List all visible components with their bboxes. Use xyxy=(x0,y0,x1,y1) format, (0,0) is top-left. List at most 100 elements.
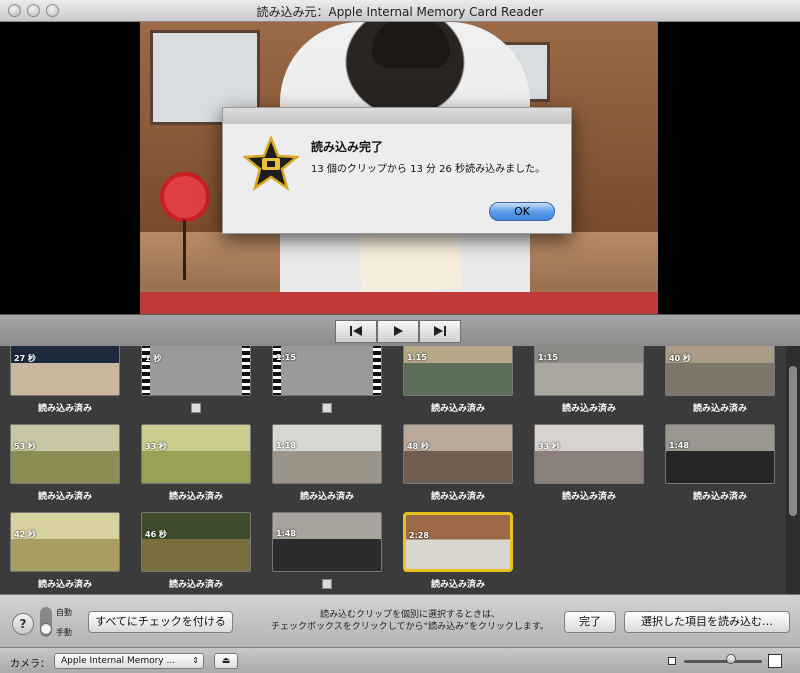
clip-duration: 1:15 xyxy=(407,353,427,362)
clip-item[interactable]: 33 秒読み込み済み xyxy=(534,424,644,504)
clip-status-label: 読み込み済み xyxy=(692,492,747,502)
clip-duration: 33 秒 xyxy=(538,442,560,451)
clip-item[interactable]: 46 秒読み込み済み xyxy=(141,512,251,592)
clip-duration: 1:48 xyxy=(276,529,296,538)
help-button[interactable]: ? xyxy=(12,613,34,635)
large-thumbnail-icon xyxy=(768,654,782,668)
previous-clip-button[interactable] xyxy=(335,320,377,343)
hint-line-2: チェックボックスをクリックしてから“読み込み”をクリックします。 xyxy=(271,622,549,632)
transport-bar xyxy=(0,314,800,346)
dialog-title: 読み込み完了 xyxy=(311,140,384,154)
skip-back-icon xyxy=(350,326,362,336)
clip-thumbnail[interactable]: 46 秒 xyxy=(141,512,251,572)
clip-thumbnail[interactable]: 1 秒 xyxy=(141,346,251,396)
clip-thumbnail[interactable]: 1:18 xyxy=(272,424,382,484)
clip-thumbnail[interactable]: 48 秒 xyxy=(403,424,513,484)
clip-duration: 40 秒 xyxy=(669,354,691,363)
clip-duration: 1:15 xyxy=(276,353,296,362)
clip-thumbnail[interactable]: 1:48 xyxy=(272,512,382,572)
clip-item[interactable]: 48 秒読み込み済み xyxy=(403,424,513,504)
select-arrows-icon: ⇕ xyxy=(192,656,199,665)
small-thumbnail-icon xyxy=(668,657,676,665)
skip-forward-icon xyxy=(434,326,446,336)
imovie-star-icon xyxy=(243,136,299,191)
mode-manual-label: 手動 xyxy=(56,628,72,637)
clip-thumbnail[interactable]: 1:48 xyxy=(665,424,775,484)
clip-thumbnail[interactable]: 33 秒 xyxy=(534,424,644,484)
switch-knob[interactable] xyxy=(40,623,52,635)
clip-item[interactable]: 53 秒読み込み済み xyxy=(10,424,120,504)
clip-item[interactable]: 1:18 読み込み済み xyxy=(272,424,382,504)
clip-status-label: 読み込み済み xyxy=(37,580,92,590)
play-icon xyxy=(394,326,403,336)
clip-thumbnail[interactable]: 1:15 xyxy=(403,346,513,396)
clip-duration: 27 秒 xyxy=(14,354,36,363)
clip-checkbox[interactable] xyxy=(191,403,201,413)
clip-status-label: 読み込み済み xyxy=(299,492,354,502)
video-viewer: 読み込み完了 13 個のクリップから 13 分 26 秒読み込みました。 OK xyxy=(0,22,800,314)
play-button[interactable] xyxy=(377,320,419,343)
clip-duration: 42 秒 xyxy=(14,530,36,539)
clip-thumbnail[interactable]: 1:15 xyxy=(534,346,644,396)
clip-status-label: 読み込み済み xyxy=(37,404,92,414)
clip-status-label: 読み込み済み xyxy=(430,404,485,414)
import-hint: 読み込むクリップを個別に選択するときは、 チェックボックスをクリックしてから“読… xyxy=(250,609,570,633)
clip-status-label: 読み込み済み xyxy=(430,580,485,590)
clip-status-label: 読み込み済み xyxy=(430,492,485,502)
camera-statusbar: カメラ： Apple Internal Memory ... ⇕ ⏏ xyxy=(0,647,800,673)
camera-label: カメラ： xyxy=(10,659,50,670)
clip-item[interactable]: 1:48 読み込み済み xyxy=(665,424,775,504)
camera-select-value: Apple Internal Memory ... xyxy=(61,656,176,666)
clip-status-label: 読み込み済み xyxy=(561,404,616,414)
clip-thumbnail[interactable]: 27 秒 xyxy=(10,346,120,396)
clip-duration: 1:15 xyxy=(538,353,558,362)
clip-thumbnail[interactable]: 53 秒 xyxy=(10,424,120,484)
clip-thumbnail[interactable]: 2:28 xyxy=(403,512,513,572)
window-titlebar: 読み込み元：Apple Internal Memory Card Reader xyxy=(0,0,800,22)
clip-item[interactable]: 33 秒読み込み済み xyxy=(141,424,251,504)
thumbnail-size-slider[interactable] xyxy=(684,660,762,663)
clip-status-label: 読み込み済み xyxy=(168,580,223,590)
clip-thumbnail[interactable]: 1:15 xyxy=(272,346,382,396)
eject-button[interactable]: ⏏ xyxy=(214,653,238,669)
dialog-message: 13 個のクリップから 13 分 26 秒読み込みました。 xyxy=(311,164,546,175)
clip-status-label: 読み込み済み xyxy=(37,492,92,502)
clip-item[interactable]: 1:15 読み込み済み xyxy=(403,346,513,416)
clip-duration: 33 秒 xyxy=(145,442,167,451)
import-selected-button[interactable]: 選択した項目を読み込む… xyxy=(624,611,790,633)
thumbnail-size-slider-knob[interactable] xyxy=(725,654,736,664)
done-button[interactable]: 完了 xyxy=(564,611,616,633)
next-clip-button[interactable] xyxy=(419,320,461,343)
import-complete-dialog: 読み込み完了 13 個のクリップから 13 分 26 秒読み込みました。 OK xyxy=(222,107,572,234)
clip-duration: 1:18 xyxy=(276,441,296,450)
hint-line-1: 読み込むクリップを個別に選択するときは、 xyxy=(319,610,500,620)
clip-status-label: 読み込み済み xyxy=(561,492,616,502)
window-title: 読み込み元：Apple Internal Memory Card Reader xyxy=(256,5,544,19)
clip-duration: 46 秒 xyxy=(145,530,167,539)
clip-item[interactable]: 40 秒読み込み済み xyxy=(665,346,775,416)
clip-item[interactable]: 42 秒読み込み済み xyxy=(10,512,120,592)
clip-checkbox[interactable] xyxy=(322,579,332,589)
clip-item[interactable]: 27 秒読み込み済み xyxy=(10,346,120,416)
clip-browser-scrollbar[interactable] xyxy=(786,346,800,594)
clip-checkbox[interactable] xyxy=(322,403,332,413)
clip-browser: 27 秒読み込み済み 1 秒 1:15 1:15 読み込み済み 1:15 読み込み済み 40 … xyxy=(0,346,786,594)
clip-thumbnail[interactable]: 33 秒 xyxy=(141,424,251,484)
scroll-thumb[interactable] xyxy=(789,366,797,516)
import-toolbar: ? 自動 手動 すべてにチェックを付ける 読み込むクリップを個別に選択するときは… xyxy=(0,594,800,647)
auto-manual-switch[interactable] xyxy=(40,607,52,637)
clip-thumbnail[interactable]: 40 秒 xyxy=(665,346,775,396)
clip-thumbnail[interactable]: 42 秒 xyxy=(10,512,120,572)
clip-item[interactable]: 1 秒 xyxy=(141,346,251,416)
clip-duration: 1 秒 xyxy=(145,354,162,363)
camera-select[interactable]: Apple Internal Memory ... ⇕ xyxy=(54,653,204,669)
ok-button[interactable]: OK xyxy=(489,202,555,221)
clip-duration: 2:28 xyxy=(409,531,429,540)
check-all-button[interactable]: すべてにチェックを付ける xyxy=(88,611,233,633)
clip-item[interactable]: 1:15 xyxy=(272,346,382,416)
clip-item[interactable]: 1:15 読み込み済み xyxy=(534,346,644,416)
clip-status-label: 読み込み済み xyxy=(692,404,747,414)
clip-item[interactable]: 2:28 読み込み済み xyxy=(403,512,513,592)
clip-duration: 1:48 xyxy=(669,441,689,450)
clip-item[interactable]: 1:48 xyxy=(272,512,382,592)
